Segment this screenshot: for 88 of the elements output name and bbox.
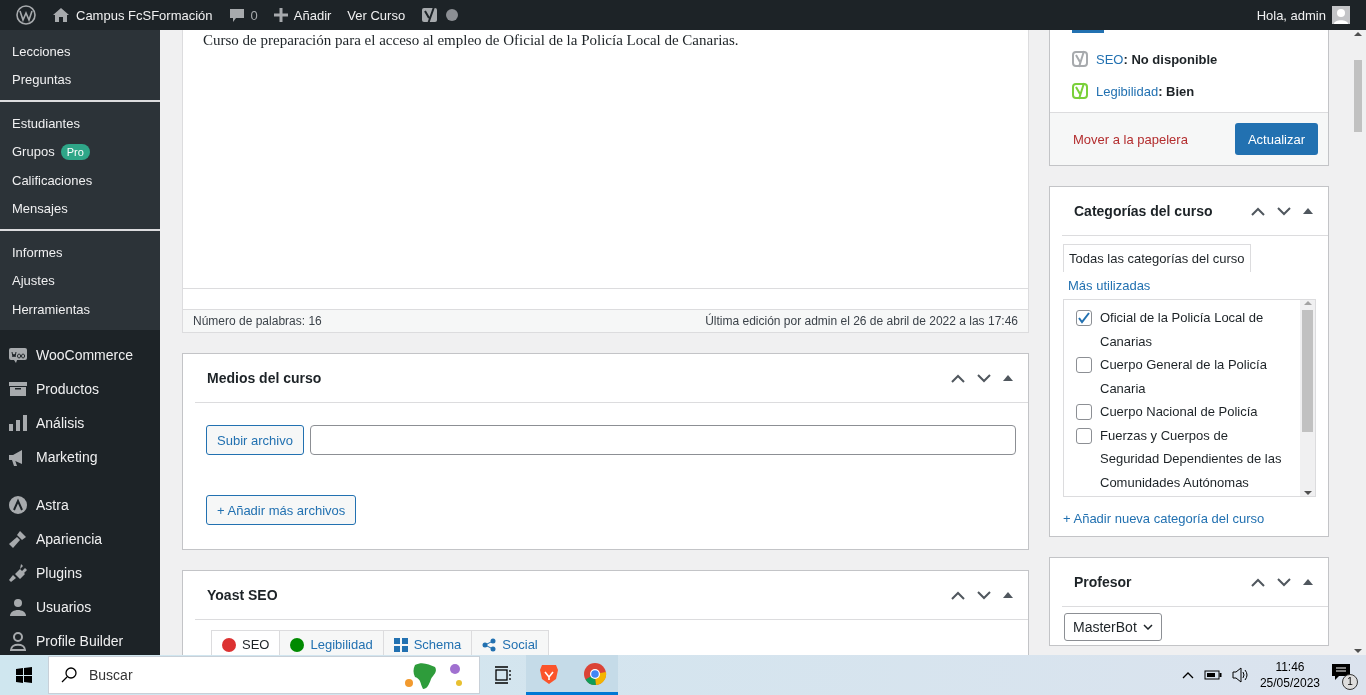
chevron-up-icon[interactable] [1181, 671, 1194, 679]
site-name-link[interactable]: Campus FcSFormación [76, 7, 213, 23]
score-text: Legibilidad: Bien [1096, 83, 1195, 99]
scrollbar-thumb[interactable] [1302, 310, 1313, 432]
word-count: Número de palabras: 16 [193, 314, 322, 328]
category-label[interactable]: Cuerpo General de la Policía Canaria [1100, 353, 1288, 400]
trash-link[interactable]: Mover a la papelera [1073, 131, 1188, 147]
menu-item[interactable]: Profile Builder [36, 632, 124, 649]
person-icon [8, 596, 28, 617]
menu-item[interactable]: Grupos [12, 144, 55, 160]
menu-item[interactable]: Apariencia [36, 530, 103, 547]
menu-item[interactable]: Marketing [36, 448, 98, 465]
category-label[interactable]: Oficial de la Policía Local de Canarias [1100, 306, 1288, 353]
teacher-select[interactable]: MasterBot [1064, 613, 1162, 641]
chevron-down-icon[interactable] [1274, 204, 1294, 218]
box-title: Profesor [1074, 574, 1132, 590]
score-link[interactable]: Legibilidad [1096, 83, 1159, 99]
menu-item[interactable]: Lecciones [12, 43, 71, 59]
plus-icon[interactable] [273, 8, 288, 22]
checkbox[interactable] [1076, 427, 1092, 444]
chevron-down-icon[interactable] [974, 371, 994, 385]
pro-badge: Pro [60, 143, 90, 160]
grid-icon [393, 637, 408, 652]
comment-icon[interactable] [228, 7, 245, 23]
editor-text: Curso de preparación para el acceso al empleo de Oficial de la Policía Local de Canarias. [203, 32, 739, 48]
scroll-down-icon[interactable] [1303, 490, 1312, 496]
chrome-icon[interactable] [583, 661, 607, 686]
speaker-icon[interactable] [1231, 667, 1250, 683]
checkbox[interactable] [1076, 310, 1092, 326]
new-link[interactable]: Añadir [293, 7, 332, 23]
menu-item[interactable]: Análisis [36, 414, 85, 431]
taskbar-search-field[interactable]: Buscar [48, 656, 480, 694]
home-icon[interactable] [52, 7, 70, 23]
menu-item[interactable]: Usuarios [36, 598, 92, 615]
tab[interactable]: Más utilizadas [1063, 272, 1156, 299]
share-icon [482, 637, 497, 652]
score-text: SEO: No disponible [1096, 51, 1218, 67]
file-url-field[interactable] [309, 425, 1016, 455]
menu-item[interactable]: Plugins [36, 564, 82, 581]
score-link[interactable]: SEO [1096, 51, 1124, 67]
triangle-up-icon[interactable] [1000, 373, 1016, 383]
last-edit-info: Última edición por admin el 26 de abril de 2022 a las 17:46 [705, 314, 1018, 328]
caret-icon [1142, 624, 1153, 630]
paintbrush-icon [8, 528, 28, 549]
triangle-up-icon[interactable] [1300, 577, 1316, 587]
bar-chart-icon [8, 412, 28, 433]
menu-item[interactable]: Mensajes [12, 201, 68, 217]
scrollbar-thumb[interactable] [1353, 60, 1362, 132]
greeting-link[interactable]: Hola, admin [1256, 7, 1326, 23]
menu-item[interactable]: Informes [12, 244, 63, 260]
person-outline-icon [8, 630, 28, 651]
search-icon [61, 667, 77, 683]
menu-item[interactable]: WooCommerce [36, 346, 133, 363]
view-course-link[interactable]: Ver Curso [347, 7, 406, 23]
triangle-up-icon[interactable] [1300, 206, 1316, 216]
windows-start-icon[interactable] [16, 667, 32, 683]
menu-item[interactable]: Productos [36, 380, 100, 397]
add-category-link[interactable]: + Añadir nueva categoría del curso [1063, 511, 1316, 526]
clock[interactable]: 11:46 25/05/2023 [1259, 659, 1320, 691]
category-label[interactable]: Fuerzas y Cuerpos de Seguridad Dependientes de las Comunidades Autónomas [1100, 423, 1288, 494]
plug-icon [8, 562, 28, 583]
update-button[interactable]: Actualizar [1234, 123, 1318, 155]
status-dot-icon [445, 8, 460, 22]
chevron-down-icon[interactable] [1274, 575, 1294, 589]
menu-item[interactable]: Astra [36, 496, 69, 513]
add-files-button[interactable]: + Añadir más archivos [206, 495, 357, 525]
chevron-down-icon[interactable] [974, 588, 994, 602]
tab[interactable]: Todas las categorías del curso [1063, 244, 1251, 272]
upload-button[interactable]: Subir archivo [206, 425, 304, 455]
checkbox[interactable] [1076, 357, 1092, 373]
yoast-icon[interactable] [421, 5, 440, 25]
category-label[interactable]: Cuerpo Nacional de Policía [1100, 400, 1258, 424]
box-title: Categorías del curso [1074, 203, 1213, 219]
task-view-icon[interactable] [494, 666, 512, 684]
checkbox[interactable] [1076, 404, 1092, 420]
menu-item[interactable]: Calificaciones [12, 172, 93, 188]
astra-logo-icon [8, 494, 28, 515]
box-title: Yoast SEO [207, 587, 278, 603]
battery-icon[interactable] [1203, 670, 1222, 680]
box-title: Medios del curso [207, 370, 322, 386]
comment-count[interactable]: 0 [250, 7, 258, 23]
logo-icon[interactable] [16, 5, 36, 25]
triangle-up-icon[interactable] [1000, 590, 1016, 600]
menu-item[interactable]: Preguntas [12, 72, 72, 88]
menu-item[interactable]: Estudiantes [12, 115, 80, 131]
menu-item[interactable]: Herramientas [12, 301, 91, 317]
notification-count: 1 [1342, 674, 1358, 690]
menu-item[interactable]: Ajustes [12, 273, 55, 289]
